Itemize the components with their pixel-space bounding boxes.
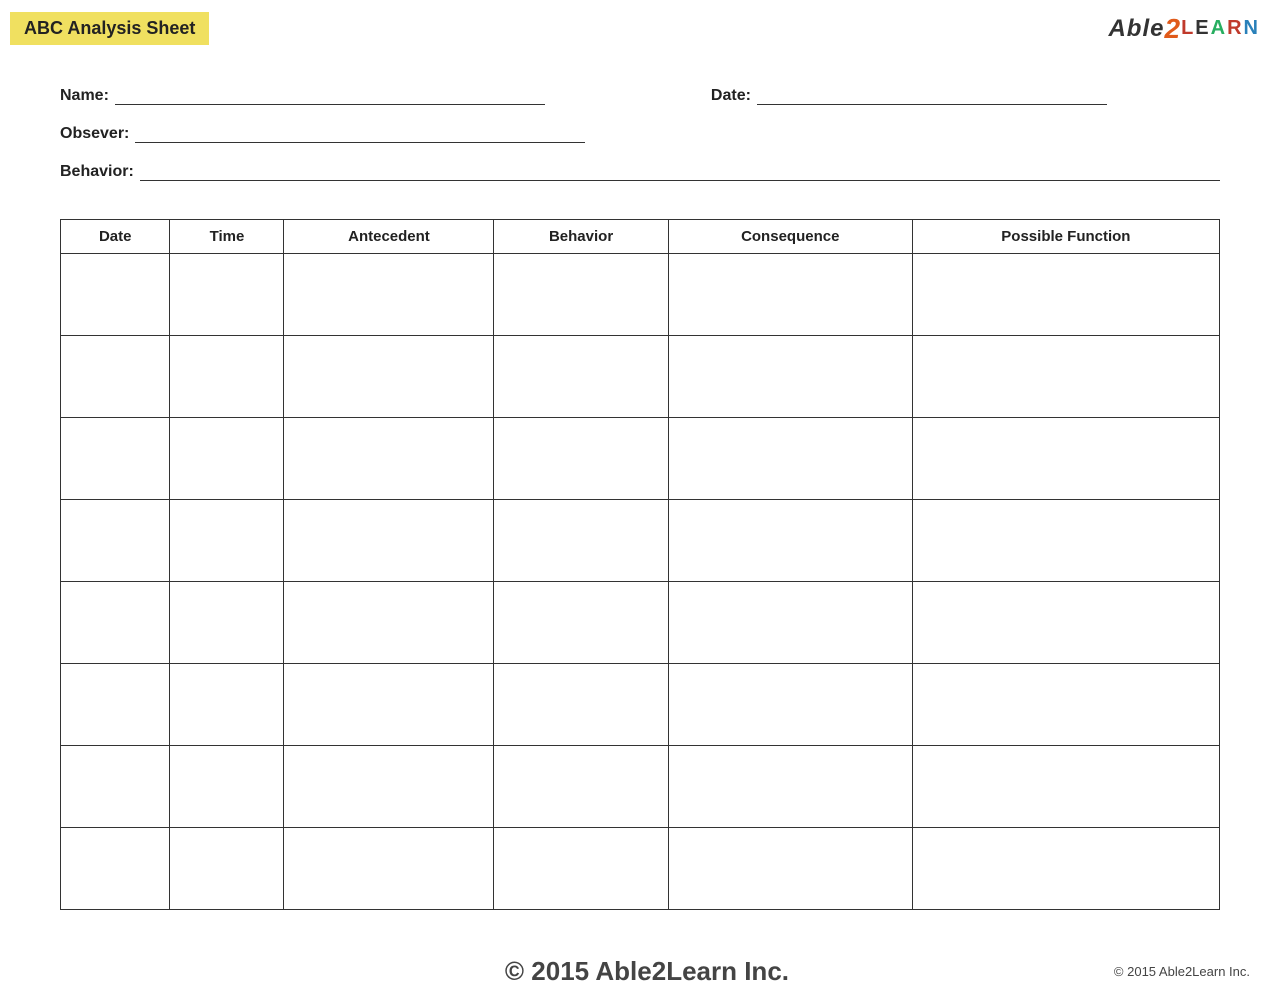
table-cell[interactable] <box>494 336 668 418</box>
date-input-line[interactable] <box>757 85 1107 105</box>
table-cell[interactable] <box>912 336 1219 418</box>
table-cell[interactable] <box>284 254 494 336</box>
table-cell[interactable] <box>912 254 1219 336</box>
table-cell[interactable] <box>494 500 668 582</box>
footer-right-text: © 2015 Able2Learn Inc. <box>1114 964 1250 979</box>
table-cell[interactable] <box>668 500 912 582</box>
table-cell[interactable] <box>668 582 912 664</box>
table-row[interactable] <box>61 500 1220 582</box>
table-cell[interactable] <box>668 664 912 746</box>
col-consequence: Consequence <box>668 220 912 254</box>
table-cell[interactable] <box>61 500 170 582</box>
table-cell[interactable] <box>284 418 494 500</box>
page-header: ABC Analysis Sheet Able 2 LEARN <box>0 0 1280 55</box>
table-cell[interactable] <box>170 746 284 828</box>
table-cell[interactable] <box>668 336 912 418</box>
table-cell[interactable] <box>170 664 284 746</box>
logo: Able 2 LEARN <box>1108 13 1260 45</box>
table-row[interactable] <box>61 418 1220 500</box>
col-antecedent: Antecedent <box>284 220 494 254</box>
logo-text-learn: LEARN <box>1181 17 1260 40</box>
table-cell[interactable] <box>61 254 170 336</box>
behavior-input-line[interactable] <box>140 161 1220 181</box>
observer-input-line[interactable] <box>135 123 585 143</box>
table-cell[interactable] <box>284 746 494 828</box>
table-cell[interactable] <box>912 582 1219 664</box>
table-cell[interactable] <box>170 828 284 910</box>
col-time: Time <box>170 220 284 254</box>
name-date-row: Name: Date: <box>60 85 1220 105</box>
observer-group: Obsever: <box>60 123 1220 143</box>
table-cell[interactable] <box>912 418 1219 500</box>
abc-table: Date Time Antecedent Behavior Consequenc… <box>60 219 1220 910</box>
table-cell[interactable] <box>61 582 170 664</box>
table-row[interactable] <box>61 582 1220 664</box>
name-label: Name: <box>60 87 109 105</box>
table-cell[interactable] <box>494 828 668 910</box>
name-group: Name: <box>60 85 671 105</box>
table-cell[interactable] <box>61 746 170 828</box>
form-section: Name: Date: Obsever: Behavior: <box>0 55 1280 209</box>
table-cell[interactable] <box>494 746 668 828</box>
table-row[interactable] <box>61 664 1220 746</box>
name-input-line[interactable] <box>115 85 545 105</box>
col-behavior: Behavior <box>494 220 668 254</box>
table-cell[interactable] <box>494 254 668 336</box>
table-cell[interactable] <box>61 418 170 500</box>
logo-text-2: 2 <box>1165 13 1182 45</box>
table-cell[interactable] <box>61 336 170 418</box>
table-cell[interactable] <box>912 500 1219 582</box>
table-cell[interactable] <box>284 582 494 664</box>
table-row[interactable] <box>61 746 1220 828</box>
col-date: Date <box>61 220 170 254</box>
table-body <box>61 254 1220 910</box>
behavior-group: Behavior: <box>60 161 1220 181</box>
table-cell[interactable] <box>284 664 494 746</box>
table-cell[interactable] <box>170 582 284 664</box>
table-cell[interactable] <box>668 828 912 910</box>
footer-center-text: © 2015 Able2Learn Inc. <box>180 956 1114 987</box>
table-cell[interactable] <box>170 500 284 582</box>
page-footer: © 2015 Able2Learn Inc. © 2015 Able2Learn… <box>0 940 1280 1003</box>
table-cell[interactable] <box>494 418 668 500</box>
table-cell[interactable] <box>170 254 284 336</box>
table-cell[interactable] <box>170 336 284 418</box>
table-cell[interactable] <box>912 664 1219 746</box>
table-cell[interactable] <box>61 828 170 910</box>
table-cell[interactable] <box>494 582 668 664</box>
table-cell[interactable] <box>61 664 170 746</box>
table-cell[interactable] <box>912 828 1219 910</box>
table-cell[interactable] <box>170 418 284 500</box>
table-cell[interactable] <box>284 336 494 418</box>
observer-label: Obsever: <box>60 125 129 143</box>
table-cell[interactable] <box>668 746 912 828</box>
page-title: ABC Analysis Sheet <box>10 12 209 45</box>
col-possible-function: Possible Function <box>912 220 1219 254</box>
date-label: Date: <box>711 87 751 105</box>
behavior-row: Behavior: <box>60 161 1220 181</box>
table-cell[interactable] <box>284 828 494 910</box>
observer-row: Obsever: <box>60 123 1220 143</box>
behavior-label: Behavior: <box>60 163 134 181</box>
table-cell[interactable] <box>668 418 912 500</box>
table-row[interactable] <box>61 828 1220 910</box>
table-cell[interactable] <box>912 746 1219 828</box>
table-row[interactable] <box>61 254 1220 336</box>
table-header-row: Date Time Antecedent Behavior Consequenc… <box>61 220 1220 254</box>
logo-text-able: Able <box>1108 15 1164 43</box>
table-cell[interactable] <box>668 254 912 336</box>
table-section: Date Time Antecedent Behavior Consequenc… <box>0 209 1280 930</box>
date-group: Date: <box>711 85 1220 105</box>
table-cell[interactable] <box>494 664 668 746</box>
table-row[interactable] <box>61 336 1220 418</box>
table-cell[interactable] <box>284 500 494 582</box>
